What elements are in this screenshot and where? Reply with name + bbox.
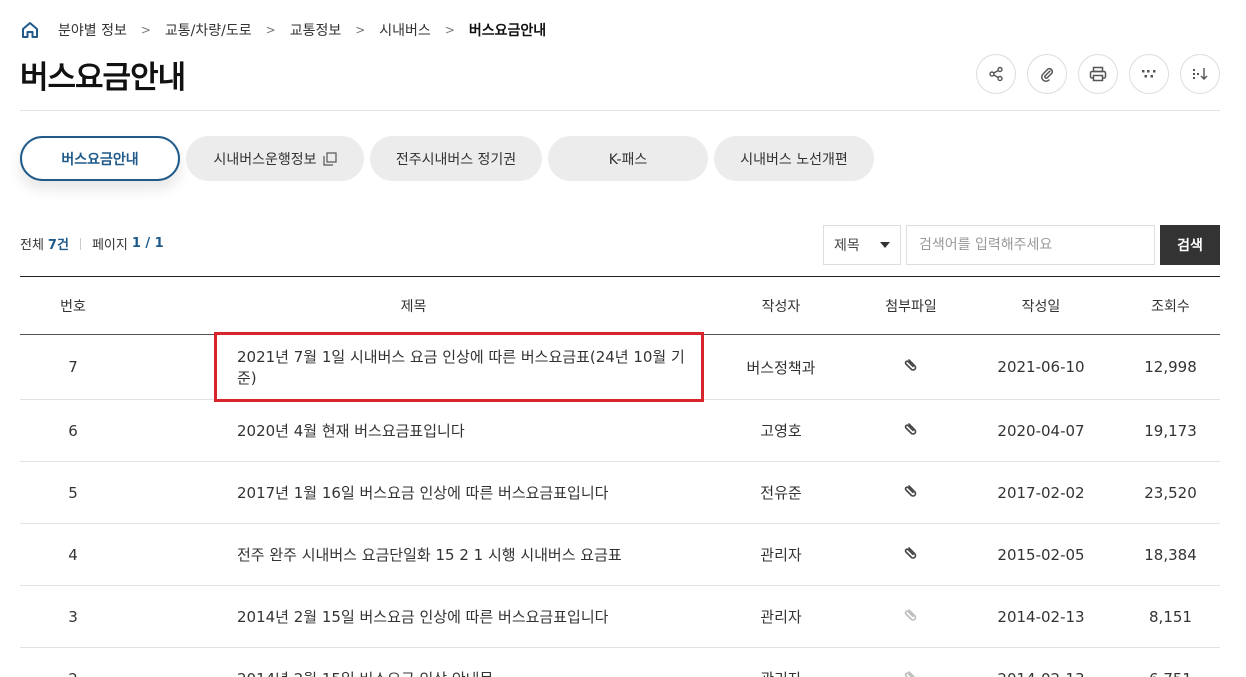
attachment-icon[interactable] [902, 420, 920, 438]
row-number: 4 [20, 523, 126, 586]
table-row: 4 전주 완주 시내버스 요금단일화 15 2 1 시행 시내버스 요금표 관리… [20, 523, 1220, 586]
tab-label: 시내버스운행정보 [213, 151, 317, 168]
breadcrumb-separator: > [355, 23, 366, 37]
attachment-button[interactable] [1027, 54, 1067, 94]
search-input[interactable] [906, 225, 1155, 265]
header-number: 번호 [20, 276, 126, 335]
content-tabs: 버스요금안내 시내버스운행정보 전주시내버스 정기권 K-패스 시내버스 노선개… [20, 136, 874, 181]
sort-button[interactable] [1180, 54, 1220, 94]
row-date: 2014-02-13 [961, 585, 1121, 648]
row-date: 2021-06-10 [961, 334, 1121, 400]
page-tools [976, 54, 1220, 94]
row-number: 5 [20, 461, 126, 524]
row-author: 관리자 [701, 647, 861, 677]
search-field-select[interactable]: 제목 [823, 225, 901, 265]
row-views: 18,384 [1121, 523, 1220, 586]
caret-down-icon [880, 242, 890, 248]
row-title-link[interactable]: 2021년 7월 1일 시내버스 요금 인상에 따른 버스요금표(24년 10월… [214, 332, 704, 402]
header-attachment: 첨부파일 [861, 276, 961, 335]
page-label: 페이지 [91, 238, 128, 253]
qr-icon [1142, 70, 1156, 78]
breadcrumb-separator: > [444, 23, 455, 37]
table-header-row: 번호 제목 작성자 첨부파일 작성일 조회수 [20, 276, 1220, 335]
table-row: 6 2020년 4월 현재 버스요금표입니다 고영호 2020-04-07 19… [20, 399, 1220, 462]
header-date: 작성일 [961, 276, 1121, 335]
table-row: 5 2017년 1월 16일 버스요금 인상에 따른 버스요금표입니다 전유준 … [20, 461, 1220, 524]
table-row: 3 2014년 2월 15일 버스요금 인상에 따른 버스요금표입니다 관리자 … [20, 585, 1220, 648]
share-icon [989, 66, 1003, 82]
row-author: 관리자 [701, 523, 861, 586]
tab-bus-fare[interactable]: 버스요금안내 [20, 136, 180, 181]
board-table: 번호 제목 작성자 첨부파일 작성일 조회수 7 2021년 7월 1일 시내버… [20, 276, 1220, 677]
tab-bus-operation-info[interactable]: 시내버스운행정보 [186, 136, 364, 181]
print-button[interactable] [1078, 54, 1118, 94]
tab-label: 버스요금안내 [61, 151, 139, 168]
row-date: 2020-04-07 [961, 399, 1121, 462]
search-field-value: 제목 [834, 238, 860, 254]
tab-k-pass[interactable]: K-패스 [548, 136, 708, 181]
row-views: 6,751 [1121, 647, 1220, 677]
total-label: 전체 [20, 238, 44, 253]
breadcrumb-item[interactable]: 교통/차량/도로 [165, 20, 252, 40]
breadcrumb-item[interactable]: 교통정보 [290, 20, 342, 40]
page-value: 1 / 1 [131, 236, 164, 251]
row-title-link[interactable]: 2020년 4월 현재 버스요금표입니다 [237, 420, 465, 441]
row-views: 12,998 [1121, 334, 1220, 400]
row-date: 2014-02-13 [961, 647, 1121, 677]
search-button[interactable]: 검색 [1160, 225, 1220, 265]
total-count: 7건 [47, 238, 69, 253]
attachment-icon[interactable] [902, 544, 920, 562]
breadcrumb: 분야별 정보 > 교통/차량/도로 > 교통정보 > 시내버스 > 버스요금안내 [20, 18, 546, 42]
title-divider [20, 110, 1220, 111]
row-views: 19,173 [1121, 399, 1220, 462]
tab-label: 전주시내버스 정기권 [395, 151, 517, 168]
table-row: 2 2014년 2월 15일 버스요금 인상 안내문 관리자 2014-02-1… [20, 647, 1220, 677]
header-author: 작성자 [701, 276, 861, 335]
header-views: 조회수 [1121, 276, 1220, 335]
breadcrumb-separator: > [265, 23, 276, 37]
print-icon [1089, 66, 1107, 82]
attachment-icon[interactable] [902, 606, 920, 624]
row-author: 전유준 [701, 461, 861, 524]
qr-button[interactable] [1129, 54, 1169, 94]
list-summary: 전체 7건 페이지 1 / 1 [20, 234, 164, 253]
row-date: 2017-02-02 [961, 461, 1121, 524]
row-author: 버스정책과 [701, 334, 861, 400]
table-row: 7 2021년 7월 1일 시내버스 요금 인상에 따른 버스요금표(24년 1… [20, 332, 1220, 402]
row-number: 6 [20, 399, 126, 462]
breadcrumb-item[interactable]: 분야별 정보 [58, 20, 127, 40]
row-date: 2015-02-05 [961, 523, 1121, 586]
page-title: 버스요금안내 [20, 60, 186, 96]
attachment-icon[interactable] [902, 356, 920, 374]
tab-label: K-패스 [608, 151, 648, 168]
row-views: 23,520 [1121, 461, 1220, 524]
attachment-icon[interactable] [902, 668, 920, 677]
row-number: 7 [20, 334, 126, 400]
row-number: 3 [20, 585, 126, 648]
breadcrumb-separator: > [140, 23, 151, 37]
summary-divider [79, 237, 81, 250]
sort-icon [1193, 68, 1208, 80]
row-author: 고영호 [701, 399, 861, 462]
row-title-link[interactable]: 2014년 2월 15일 버스요금 인상 안내문 [237, 668, 493, 677]
row-title-link[interactable]: 2017년 1월 16일 버스요금 인상에 따른 버스요금표입니다 [237, 482, 608, 503]
tab-label: 시내버스 노선개편 [740, 151, 848, 168]
row-title-link[interactable]: 2014년 2월 15일 버스요금 인상에 따른 버스요금표입니다 [237, 606, 608, 627]
row-number: 2 [20, 647, 126, 677]
header-title: 제목 [126, 276, 701, 335]
tab-commuter-pass[interactable]: 전주시내버스 정기권 [370, 136, 542, 181]
attachment-icon [1041, 67, 1054, 82]
tab-route-reorganization[interactable]: 시내버스 노선개편 [714, 136, 874, 181]
breadcrumb-item[interactable]: 시내버스 [379, 20, 431, 40]
row-author: 관리자 [701, 585, 861, 648]
breadcrumb-current: 버스요금안내 [468, 23, 547, 39]
new-window-icon [322, 151, 337, 166]
home-icon[interactable] [20, 20, 40, 40]
attachment-icon[interactable] [902, 482, 920, 500]
row-views: 8,151 [1121, 585, 1220, 648]
row-title-link[interactable]: 전주 완주 시내버스 요금단일화 15 2 1 시행 시내버스 요금표 [237, 544, 622, 565]
search-bar: 제목 검색 [823, 225, 1220, 265]
share-button[interactable] [976, 54, 1016, 94]
